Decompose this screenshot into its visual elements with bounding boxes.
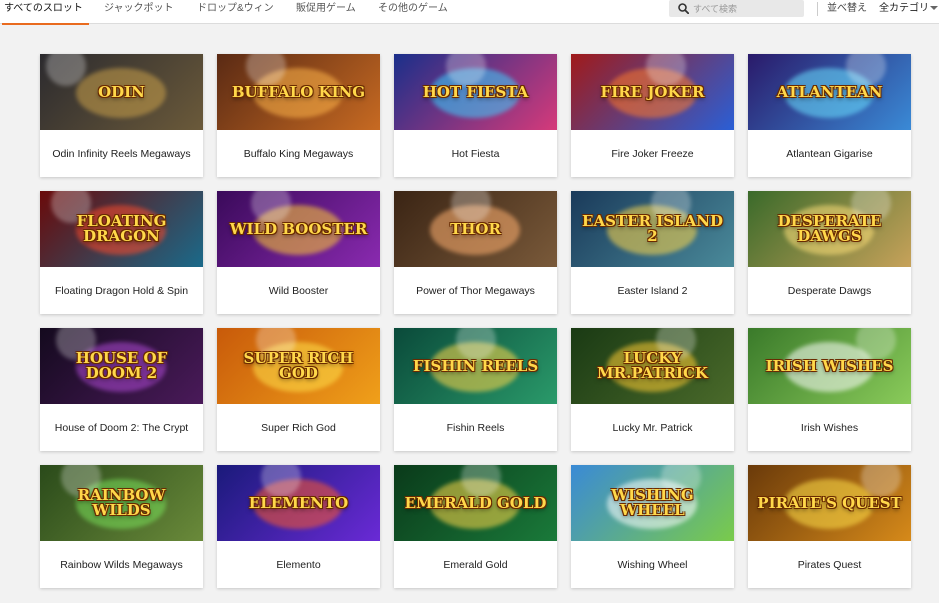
game-logo: ATLANTEAN [776, 82, 883, 101]
game-thumbnail[interactable]: HOUSE OF DOOM 2 [40, 328, 203, 404]
game-thumbnail[interactable]: ATLANTEAN [748, 54, 911, 130]
game-title[interactable]: Irish Wishes [748, 404, 911, 451]
game-logo: DESPERATE DAWGS [777, 212, 882, 245]
game-title[interactable]: House of Doom 2: The Crypt [40, 404, 203, 451]
game-title[interactable]: Fishin Reels [394, 404, 557, 451]
game-card[interactable]: DESPERATE DAWGS Desperate Dawgs [748, 191, 911, 314]
game-logo: THOR [450, 219, 501, 238]
game-card[interactable]: WILD BOOSTER Wild Booster [217, 191, 380, 314]
game-thumbnail[interactable]: FLOATING DRAGON [40, 191, 203, 267]
game-thumbnail[interactable]: RAINBOW WILDS [40, 465, 203, 541]
search-box[interactable] [669, 0, 804, 17]
game-thumbnail[interactable]: FISHIN REELS [394, 328, 557, 404]
game-thumbnail[interactable]: FIRE JOKER [571, 54, 734, 130]
game-thumbnail[interactable]: HOT FIESTA [394, 54, 557, 130]
game-logo: WISHING WHEEL [611, 486, 694, 519]
game-thumbnail[interactable]: THOR [394, 191, 557, 267]
game-logo: IRISH WISHES [765, 356, 894, 375]
game-logo: BUFFALO KING [231, 82, 366, 101]
tab-promo-games[interactable]: 販促用ゲーム [296, 0, 356, 24]
game-title[interactable]: Lucky Mr. Patrick [571, 404, 734, 451]
game-card[interactable]: FIRE JOKER Fire Joker Freeze [571, 54, 734, 177]
game-logo: WILD BOOSTER [229, 219, 368, 238]
game-thumbnail[interactable]: BUFFALO KING [217, 54, 380, 130]
game-thumbnail[interactable]: ODIN [40, 54, 203, 130]
top-nav: すべてのスロット ジャックポット ドロップ&ウィン 販促用ゲーム その他のゲーム… [0, 0, 939, 25]
thumbnail-decoration [846, 54, 886, 86]
category-dropdown[interactable]: 全カテゴリ [879, 0, 938, 17]
game-title[interactable]: Emerald Gold [394, 541, 557, 588]
game-card[interactable]: IRISH WISHES Irish Wishes [748, 328, 911, 451]
game-card[interactable]: HOT FIESTA Hot Fiesta [394, 54, 557, 177]
game-card[interactable]: SUPER RICH GOD Super Rich God [217, 328, 380, 451]
game-title[interactable]: Elemento [217, 541, 380, 588]
game-card[interactable]: EASTER ISLAND 2 Easter Island 2 [571, 191, 734, 314]
game-thumbnail[interactable]: EASTER ISLAND 2 [571, 191, 734, 267]
game-title[interactable]: Atlantean Gigarise [748, 130, 911, 177]
game-logo: HOT FIESTA [422, 82, 529, 101]
search-input[interactable] [693, 1, 799, 16]
game-title[interactable]: Hot Fiesta [394, 130, 557, 177]
game-thumbnail[interactable]: ELEMENTO [217, 465, 380, 541]
game-card[interactable]: EMERALD GOLD Emerald Gold [394, 465, 557, 588]
game-card[interactable]: LUCKY MR.PATRICK Lucky Mr. Patrick [571, 328, 734, 451]
tab-other-games[interactable]: その他のゲーム [378, 0, 448, 24]
game-card[interactable]: FISHIN REELS Fishin Reels [394, 328, 557, 451]
game-title[interactable]: Pirates Quest [748, 541, 911, 588]
game-logo: ODIN [98, 82, 145, 101]
game-logo: FISHIN REELS [412, 356, 539, 375]
search-icon [678, 3, 689, 14]
game-title[interactable]: Rainbow Wilds Megaways [40, 541, 203, 588]
game-thumbnail[interactable]: SUPER RICH GOD [217, 328, 380, 404]
game-thumbnail[interactable]: LUCKY MR.PATRICK [571, 328, 734, 404]
game-logo: LUCKY MR.PATRICK [597, 349, 708, 382]
tab-jackpot[interactable]: ジャックポット [104, 0, 174, 24]
game-thumbnail[interactable]: WILD BOOSTER [217, 191, 380, 267]
game-title[interactable]: Super Rich God [217, 404, 380, 451]
game-title[interactable]: Easter Island 2 [571, 267, 734, 314]
game-logo: HOUSE OF DOOM 2 [75, 349, 168, 382]
game-logo: EMERALD GOLD [404, 493, 547, 512]
game-thumbnail[interactable]: WISHING WHEEL [571, 465, 734, 541]
thumbnail-decoration [856, 328, 896, 360]
game-logo: ELEMENTO [248, 493, 349, 512]
game-card[interactable]: PIRATE'S QUEST Pirates Quest [748, 465, 911, 588]
game-thumbnail[interactable]: EMERALD GOLD [394, 465, 557, 541]
category-label: 全カテゴリ [879, 3, 929, 14]
divider [817, 2, 818, 16]
game-title[interactable]: Floating Dragon Hold & Spin [40, 267, 203, 314]
tab-drop-and-win[interactable]: ドロップ&ウィン [197, 0, 274, 24]
caret-down-icon [930, 6, 938, 11]
game-logo: EASTER ISLAND 2 [582, 212, 723, 245]
game-logo: RAINBOW WILDS [77, 486, 166, 519]
game-thumbnail[interactable]: DESPERATE DAWGS [748, 191, 911, 267]
game-card[interactable]: RAINBOW WILDS Rainbow Wilds Megaways [40, 465, 203, 588]
game-title[interactable]: Fire Joker Freeze [571, 130, 734, 177]
game-logo: FLOATING DRAGON [76, 212, 167, 245]
game-title[interactable]: Power of Thor Megaways [394, 267, 557, 314]
game-logo: PIRATE'S QUEST [757, 493, 902, 512]
tab-all-slots[interactable]: すべてのスロット [2, 0, 89, 25]
game-logo: SUPER RICH GOD [243, 349, 354, 382]
game-title[interactable]: Desperate Dawgs [748, 267, 911, 314]
game-title[interactable]: Wishing Wheel [571, 541, 734, 588]
game-card[interactable]: WISHING WHEEL Wishing Wheel [571, 465, 734, 588]
game-grid: ODIN Odin Infinity Reels Megaways BUFFALO … [40, 54, 911, 588]
game-title[interactable]: Odin Infinity Reels Megaways [40, 130, 203, 177]
game-logo: FIRE JOKER [600, 82, 705, 101]
game-card[interactable]: HOUSE OF DOOM 2 House of Doom 2: The Cryp… [40, 328, 203, 451]
game-title[interactable]: Wild Booster [217, 267, 380, 314]
sort-button[interactable]: 並べ替え [827, 0, 867, 17]
game-thumbnail[interactable]: IRISH WISHES [748, 328, 911, 404]
thumbnail-decoration [861, 465, 901, 497]
game-card[interactable]: ATLANTEAN Atlantean Gigarise [748, 54, 911, 177]
game-thumbnail[interactable]: PIRATE'S QUEST [748, 465, 911, 541]
game-card[interactable]: ELEMENTO Elemento [217, 465, 380, 588]
game-title[interactable]: Buffalo King Megaways [217, 130, 380, 177]
game-card[interactable]: ODIN Odin Infinity Reels Megaways [40, 54, 203, 177]
game-card[interactable]: FLOATING DRAGON Floating Dragon Hold & Sp… [40, 191, 203, 314]
game-card[interactable]: BUFFALO KING Buffalo King Megaways [217, 54, 380, 177]
game-card[interactable]: THOR Power of Thor Megaways [394, 191, 557, 314]
